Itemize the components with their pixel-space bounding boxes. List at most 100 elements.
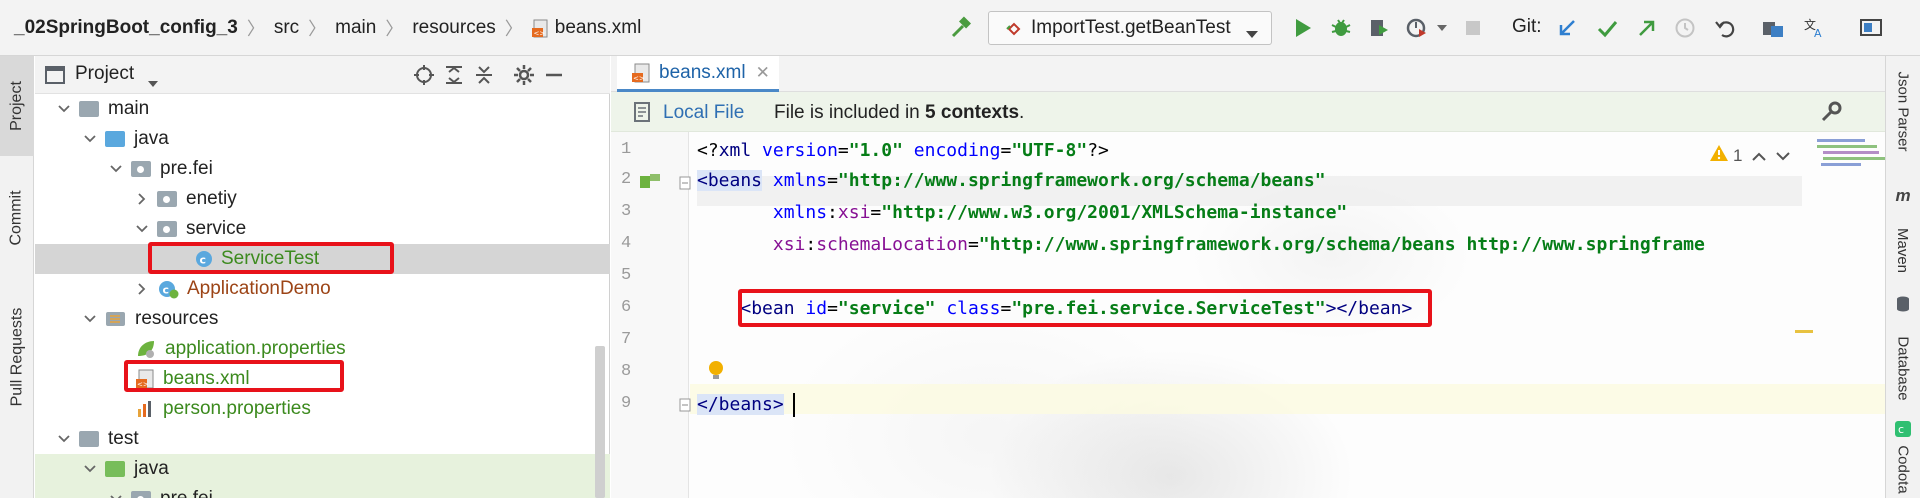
close-icon[interactable]: ✕ <box>756 63 770 83</box>
locate-icon[interactable] <box>411 62 437 88</box>
git-update-icon[interactable] <box>1552 12 1582 44</box>
tree-item-package[interactable]: enetiy <box>35 184 610 214</box>
chevron-right-icon[interactable] <box>135 282 149 296</box>
spring-bean-gutter-icon[interactable] <box>639 173 661 196</box>
svg-text:<>: <> <box>533 29 545 37</box>
coverage-icon[interactable] <box>1364 12 1394 44</box>
code-token: "UTF-8" <box>1011 140 1088 161</box>
tree-item-test-java[interactable]: java <box>35 454 610 484</box>
profile-icon[interactable] <box>1402 12 1432 44</box>
code-token: xmlns <box>772 202 828 223</box>
run-configuration-select[interactable]: ImportTest.getBeanTest <box>988 11 1272 45</box>
breadcrumb-file[interactable]: beans.xml <box>555 17 642 39</box>
chevron-down-icon[interactable] <box>109 492 123 498</box>
svg-text:A: A <box>1814 27 1822 39</box>
collapse-all-icon[interactable] <box>471 62 497 88</box>
tree-item-package[interactable]: pre.fei <box>35 154 610 184</box>
chevron-down-icon[interactable] <box>83 462 97 476</box>
chevron-down-icon[interactable] <box>1776 145 1791 166</box>
tree-item-label: resources <box>135 308 219 329</box>
expand-all-icon[interactable] <box>441 62 467 88</box>
tree-item-package[interactable]: pre.fei <box>35 484 610 498</box>
project-panel-title[interactable]: Project <box>75 63 134 85</box>
tree-item-java[interactable]: java <box>35 124 610 154</box>
chevron-down-icon[interactable] <box>147 72 159 93</box>
tool-window-maven[interactable]: Maven <box>1886 208 1920 292</box>
tool-window-database[interactable]: Database <box>1886 314 1920 422</box>
tree-item-package[interactable]: service <box>35 214 610 244</box>
breadcrumb-separator: 〉 <box>504 19 523 39</box>
code-token: "http://www.w3.org/2001/XMLSchema-instan… <box>881 202 1348 223</box>
fold-icon[interactable] <box>679 396 691 417</box>
run-icon[interactable] <box>1288 12 1318 44</box>
presentation-icon[interactable] <box>1856 12 1886 44</box>
translate-icon[interactable]: 文A <box>1800 12 1830 44</box>
tree-item-test[interactable]: test <box>35 424 610 454</box>
code-minimap[interactable] <box>1815 136 1885 176</box>
spring-class-icon: c <box>157 279 179 299</box>
chevron-down-icon[interactable] <box>1432 12 1452 44</box>
inspection-widget[interactable]: 1 <box>1709 144 1791 167</box>
chevron-down-icon[interactable] <box>83 312 97 326</box>
gear-icon[interactable] <box>511 62 537 88</box>
code-line[interactable]: xsi:schemaLocation="http://www.springfra… <box>697 234 1705 255</box>
tool-window-label: Codota <box>1894 444 1912 494</box>
tree-item-file[interactable]: person.properties <box>35 394 610 424</box>
spring-properties-icon <box>135 339 157 359</box>
chevron-down-icon[interactable] <box>83 132 97 146</box>
tree-item-label: java <box>134 128 169 149</box>
chevron-right-icon[interactable] <box>135 192 149 206</box>
breadcrumb-src[interactable]: src <box>274 17 299 39</box>
code-token: "http://www.springframework.org/schema/b… <box>837 170 1326 191</box>
code-line[interactable]: <beans xmlns="http://www.springframework… <box>697 170 1326 191</box>
tool-window-label: Commit <box>8 190 26 246</box>
git-commit-icon[interactable] <box>1592 12 1622 44</box>
tool-window-project[interactable]: Project <box>0 56 34 156</box>
stop-icon[interactable] <box>1458 12 1488 44</box>
chevron-down-icon[interactable] <box>135 222 149 236</box>
warning-stripe-mark[interactable] <box>1795 330 1813 333</box>
breadcrumb-main[interactable]: main <box>335 17 376 39</box>
tool-window-pull-requests[interactable]: Pull Requests <box>0 282 34 432</box>
lightbulb-icon[interactable] <box>707 360 725 387</box>
breadcrumb-project[interactable]: _02SpringBoot_config_3 <box>14 17 238 39</box>
git-push-icon[interactable] <box>1632 12 1662 44</box>
rollback-icon[interactable] <box>1710 12 1740 44</box>
chevron-down-icon[interactable] <box>109 162 123 176</box>
tree-item-resources[interactable]: resources <box>35 304 610 334</box>
source-folder-icon <box>105 131 125 147</box>
wrench-icon[interactable] <box>1819 100 1843 129</box>
svg-text:c: c <box>1898 423 1904 436</box>
fold-icon[interactable] <box>679 174 691 195</box>
hammer-icon[interactable] <box>946 12 976 44</box>
warning-count: 1 <box>1733 145 1743 165</box>
code-line[interactable]: </beans> <box>697 394 784 415</box>
local-file-link[interactable]: Local File <box>663 102 744 124</box>
chevron-down-icon[interactable] <box>57 432 71 446</box>
history-icon[interactable] <box>1670 12 1700 44</box>
package-icon <box>157 191 177 207</box>
tool-window-codota[interactable]: Codota <box>1886 440 1920 498</box>
properties-file-icon <box>135 399 155 419</box>
tree-scrollbar[interactable] <box>595 346 605 498</box>
code-token: : <box>827 202 838 223</box>
code-line[interactable]: <?xml version="1.0" encoding="UTF-8"?> <box>697 140 1109 161</box>
tree-item-main[interactable]: main <box>35 94 610 124</box>
chevron-up-icon[interactable] <box>1752 145 1767 166</box>
breadcrumb-resources[interactable]: resources <box>412 17 495 39</box>
project-structure-icon[interactable] <box>1758 12 1788 44</box>
chevron-down-icon[interactable] <box>57 102 71 116</box>
tab-beans-xml[interactable]: <> beans.xml ✕ <box>617 56 779 92</box>
code-line[interactable]: xmlns:xsi="http://www.w3.org/2001/XMLSch… <box>697 202 1347 223</box>
tool-window-commit[interactable]: Commit <box>0 166 34 270</box>
project-panel: Project main java pre.fei enetiy service… <box>35 56 610 498</box>
tool-window-json-parser[interactable]: Json Parser <box>1886 56 1920 166</box>
debug-icon[interactable] <box>1326 12 1356 44</box>
code-token: encoding <box>913 140 1001 161</box>
hide-icon[interactable] <box>541 62 567 88</box>
xml-file-icon: <> <box>531 19 549 38</box>
tree-item-spring-class[interactable]: c ApplicationDemo <box>35 274 610 304</box>
tree-item-label: application.properties <box>165 338 346 359</box>
tab-label: beans.xml <box>659 61 746 83</box>
